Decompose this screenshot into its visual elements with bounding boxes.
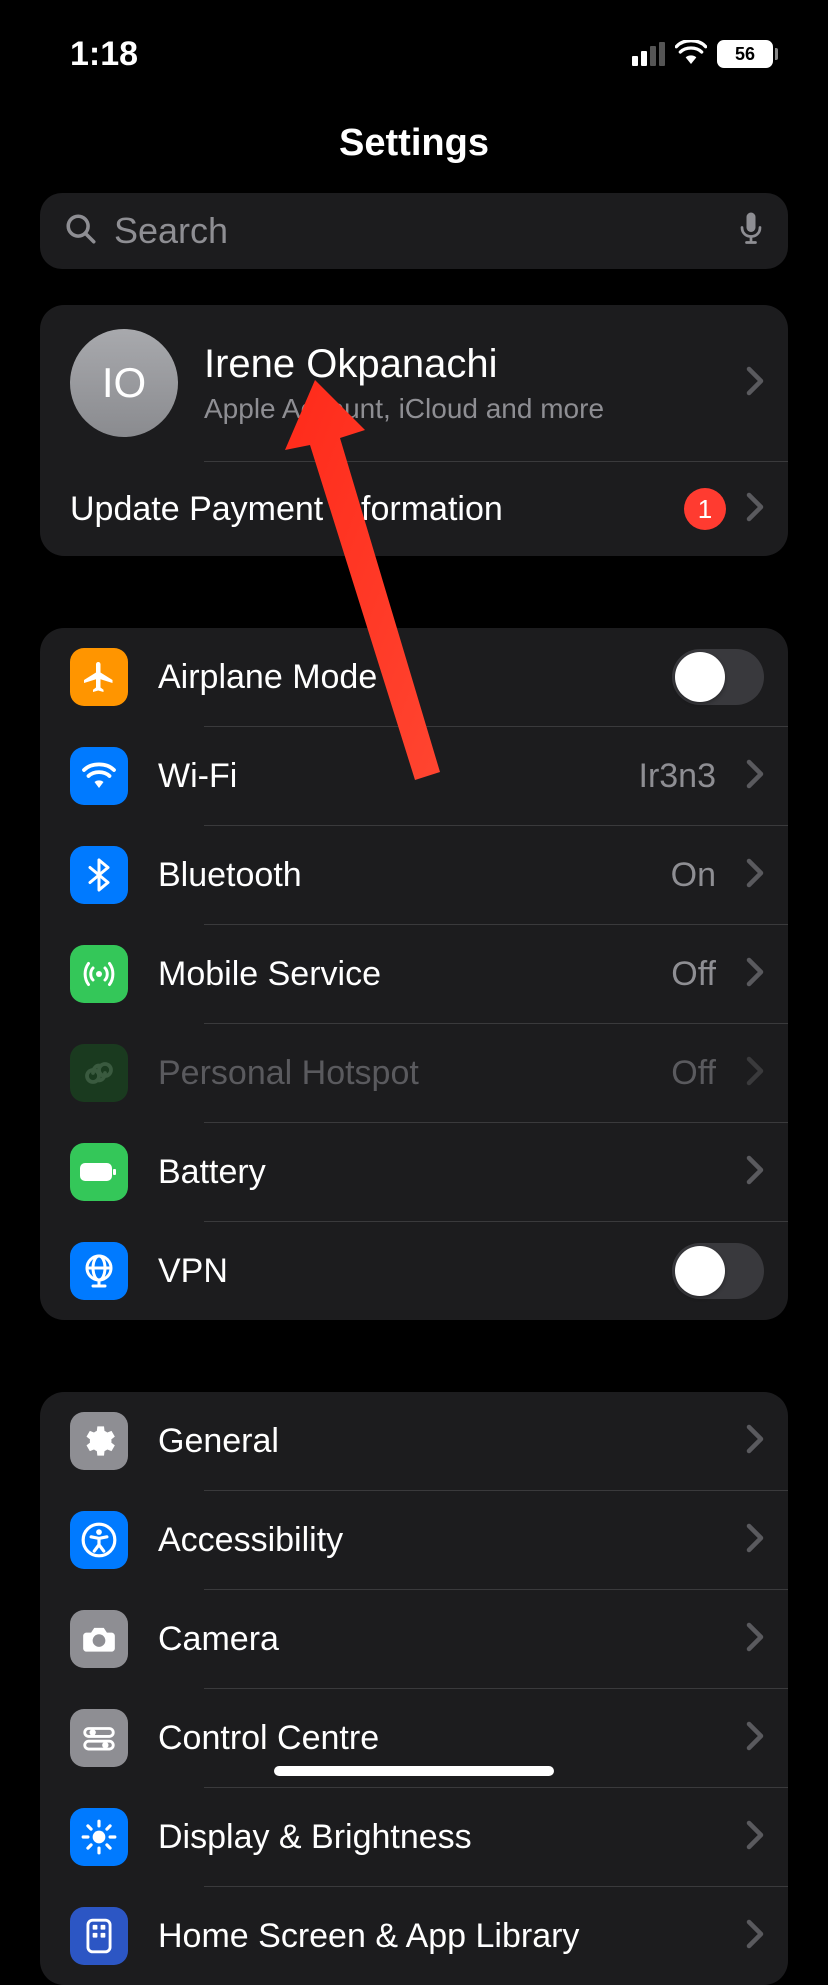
page-title: Settings xyxy=(0,122,828,165)
battery-indicator: 56 xyxy=(717,40,778,68)
battery-icon xyxy=(70,1143,128,1201)
chevron-right-icon xyxy=(746,366,764,401)
chevron-right-icon xyxy=(746,492,764,527)
home-indicator[interactable] xyxy=(274,1766,554,1776)
chevron-right-icon xyxy=(746,1919,764,1954)
hotspot-label: Personal Hotspot xyxy=(158,1054,641,1093)
connectivity-group: Airplane Mode Wi-Fi Ir3n3 Bluetooth On M… xyxy=(40,628,788,1320)
wifi-icon xyxy=(675,40,707,69)
accessibility-icon xyxy=(70,1511,128,1569)
home-screen-label: Home Screen & App Library xyxy=(158,1917,716,1956)
update-payment-row[interactable]: Update Payment Information 1 xyxy=(40,462,788,556)
bluetooth-icon xyxy=(70,846,128,904)
hotspot-value: Off xyxy=(671,1054,716,1093)
microphone-icon[interactable] xyxy=(738,211,764,252)
gear-icon xyxy=(70,1412,128,1470)
wifi-label: Wi-Fi xyxy=(158,757,609,796)
chevron-right-icon xyxy=(746,1523,764,1558)
accessibility-label: Accessibility xyxy=(158,1521,716,1560)
accessibility-row[interactable]: Accessibility xyxy=(40,1491,788,1589)
vpn-label: VPN xyxy=(158,1252,642,1291)
status-bar: 1:18 56 xyxy=(0,0,828,80)
personal-hotspot-row[interactable]: Personal Hotspot Off xyxy=(40,1024,788,1122)
chevron-right-icon xyxy=(746,957,764,992)
bluetooth-value: On xyxy=(671,856,716,895)
general-row[interactable]: General xyxy=(40,1392,788,1490)
vpn-row[interactable]: VPN xyxy=(40,1222,788,1320)
bluetooth-row[interactable]: Bluetooth On xyxy=(40,826,788,924)
wifi-row[interactable]: Wi-Fi Ir3n3 xyxy=(40,727,788,825)
camera-row[interactable]: Camera xyxy=(40,1590,788,1688)
control-centre-label: Control Centre xyxy=(158,1719,716,1758)
status-indicators: 56 xyxy=(632,40,778,69)
system-group: General Accessibility Camera Control Cen… xyxy=(40,1392,788,1985)
mobile-label: Mobile Service xyxy=(158,955,641,994)
airplane-label: Airplane Mode xyxy=(158,658,642,697)
mobile-value: Off xyxy=(671,955,716,994)
display-label: Display & Brightness xyxy=(158,1818,716,1857)
globe-icon xyxy=(70,1242,128,1300)
display-brightness-row[interactable]: Display & Brightness xyxy=(40,1788,788,1886)
general-label: General xyxy=(158,1422,716,1461)
chevron-right-icon xyxy=(746,1622,764,1657)
sun-icon xyxy=(70,1808,128,1866)
profile-group: IO Irene Okpanachi Apple Account, iCloud… xyxy=(40,305,788,556)
airplane-mode-row[interactable]: Airplane Mode xyxy=(40,628,788,726)
sliders-icon xyxy=(70,1709,128,1767)
hotspot-icon xyxy=(70,1044,128,1102)
apple-id-row[interactable]: IO Irene Okpanachi Apple Account, iCloud… xyxy=(40,305,788,461)
status-time: 1:18 xyxy=(70,35,138,74)
avatar: IO xyxy=(70,329,178,437)
payment-label: Update Payment Information xyxy=(70,490,664,529)
camera-label: Camera xyxy=(158,1620,716,1659)
chevron-right-icon xyxy=(746,1155,764,1190)
notification-badge: 1 xyxy=(684,488,726,530)
chevron-right-icon xyxy=(746,759,764,794)
bluetooth-label: Bluetooth xyxy=(158,856,641,895)
airplane-icon xyxy=(70,648,128,706)
chevron-right-icon xyxy=(746,1820,764,1855)
wifi-value: Ir3n3 xyxy=(639,757,717,796)
profile-subtitle: Apple Account, iCloud and more xyxy=(204,393,720,425)
camera-icon xyxy=(70,1610,128,1668)
vpn-toggle[interactable] xyxy=(672,1243,764,1299)
search-bar[interactable]: Search xyxy=(40,193,788,269)
cellular-signal-icon xyxy=(632,42,665,66)
home-screen-row[interactable]: Home Screen & App Library xyxy=(40,1887,788,1985)
search-placeholder: Search xyxy=(114,210,722,252)
wifi-icon xyxy=(70,747,128,805)
profile-name: Irene Okpanachi xyxy=(204,342,720,387)
battery-row[interactable]: Battery xyxy=(40,1123,788,1221)
mobile-service-row[interactable]: Mobile Service Off xyxy=(40,925,788,1023)
chevron-right-icon xyxy=(746,858,764,893)
chevron-right-icon xyxy=(746,1424,764,1459)
chevron-right-icon xyxy=(746,1056,764,1091)
airplane-toggle[interactable] xyxy=(672,649,764,705)
search-icon xyxy=(64,212,98,251)
home-screen-icon xyxy=(70,1907,128,1965)
antenna-icon xyxy=(70,945,128,1003)
chevron-right-icon xyxy=(746,1721,764,1756)
battery-label: Battery xyxy=(158,1153,716,1192)
